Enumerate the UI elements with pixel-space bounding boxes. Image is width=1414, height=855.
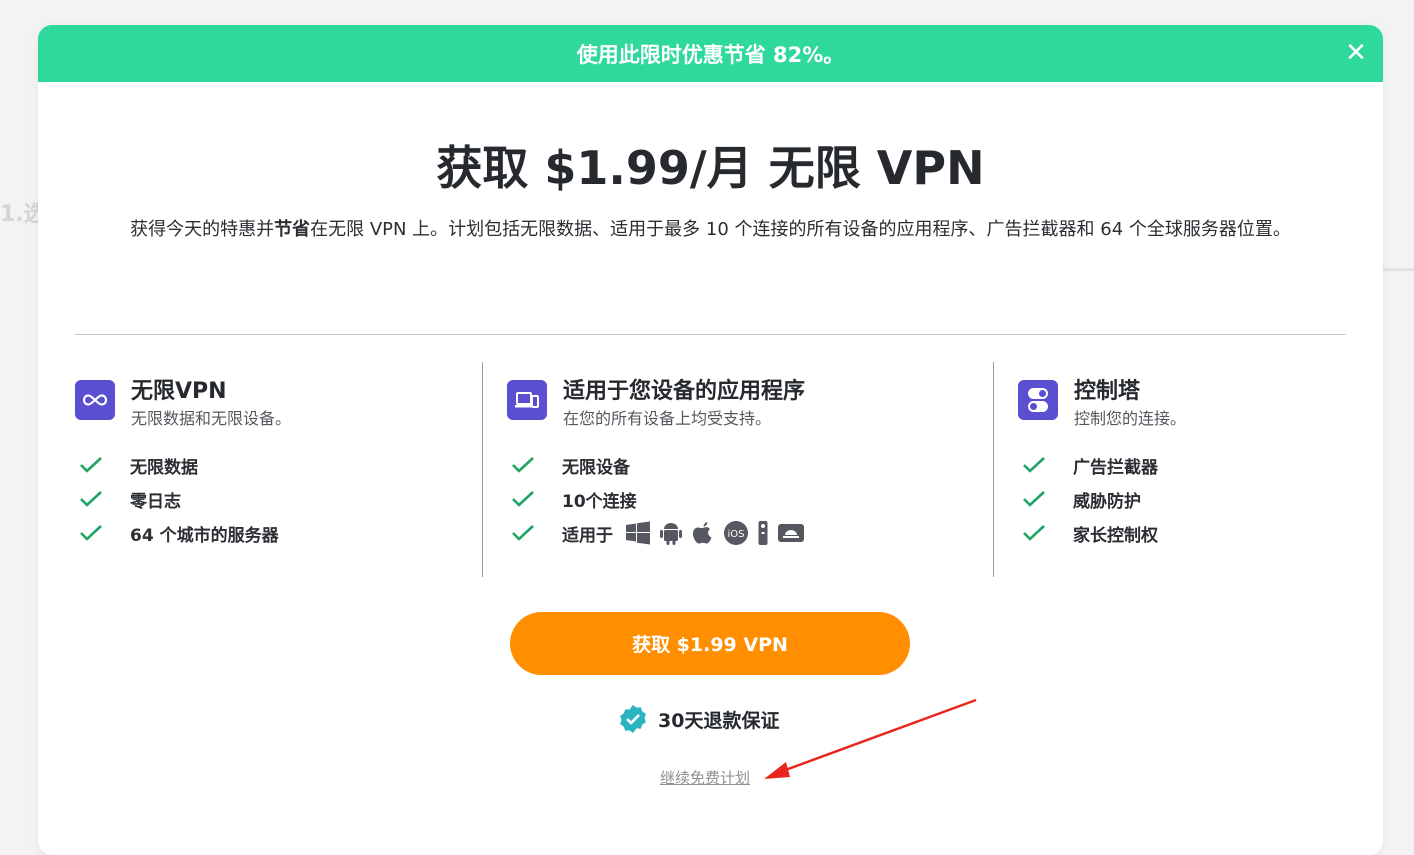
check-icon — [80, 525, 102, 541]
feature-item-label: 零日志 — [130, 491, 181, 512]
ios-icon: iOS — [723, 520, 749, 546]
toggle-icon — [1018, 380, 1058, 420]
feature-item: 适用于 iOS — [507, 516, 992, 550]
feature-item: 广告拦截器 — [1018, 448, 1348, 482]
background-divider — [1380, 268, 1414, 271]
offer-description: 获得今天的特惠并节省在无限 VPN 上。计划包括无限数据、适用于最多 10 个连… — [76, 216, 1345, 244]
guarantee-text: 30天退款保证 — [658, 709, 780, 732]
platform-icons: iOS — [625, 520, 813, 546]
feature-item-label: 64 个城市的服务器 — [130, 525, 279, 546]
apple-icon — [691, 520, 715, 546]
feature-item-label: 家长控制权 — [1073, 525, 1158, 546]
feature-item: 64 个城市的服务器 — [75, 516, 480, 550]
feature-item-label: 威胁防护 — [1073, 491, 1141, 512]
check-icon — [80, 457, 102, 473]
feature-item: 家长控制权 — [1018, 516, 1348, 550]
infinity-icon — [75, 380, 115, 420]
check-icon — [80, 491, 102, 507]
feature-subtitle: 控制您的连接。 — [1074, 409, 1187, 428]
fire-tv-icon — [757, 520, 769, 546]
money-back-guarantee: 30天退款保证 — [618, 704, 779, 734]
get-vpn-button[interactable]: 获取 $1.99 VPN — [510, 612, 910, 675]
section-divider — [75, 334, 1346, 335]
android-tv-icon — [777, 521, 805, 545]
feature-item: 零日志 — [75, 482, 480, 516]
feature-item-label: 广告拦截器 — [1073, 457, 1158, 478]
check-icon — [512, 457, 534, 473]
feature-title: 无限VPN — [131, 379, 227, 404]
offer-modal: 使用此限时优惠节省 82%。 ✕ 获取 $1.99/月 无限 VPN 获得今天的… — [38, 25, 1383, 855]
feature-item: 10个连接 — [507, 482, 992, 516]
feature-subtitle: 无限数据和无限设备。 — [131, 409, 292, 428]
feature-item-label: 无限数据 — [130, 457, 198, 478]
continue-free-plan-link[interactable]: 继续免费计划 — [660, 767, 750, 788]
verified-badge-icon — [620, 705, 646, 733]
check-icon — [1023, 525, 1045, 541]
svg-text:iOS: iOS — [728, 529, 745, 540]
check-icon — [1023, 457, 1045, 473]
promo-banner: 使用此限时优惠节省 82%。 ✕ — [38, 25, 1383, 82]
desc-pre: 获得今天的特惠并 — [130, 219, 275, 240]
android-icon — [659, 520, 683, 546]
feature-subtitle: 在您的所有设备上均受支持。 — [563, 409, 772, 428]
desc-bold: 节省 — [274, 219, 311, 240]
windows-icon — [625, 521, 651, 545]
feature-item-label: 10个连接 — [562, 491, 637, 512]
devices-icon — [507, 380, 547, 420]
feature-item: 威胁防护 — [1018, 482, 1348, 516]
feature-item: 无限设备 — [507, 448, 992, 482]
feature-column-device-apps: 适用于您设备的应用程序 在您的所有设备上均受支持。 无限设备 10个连接 适用于 — [482, 362, 992, 577]
promo-banner-text: 使用此限时优惠节省 82%。 — [576, 42, 845, 67]
offer-title: 获取 $1.99/月 无限 VPN — [436, 141, 985, 195]
check-icon — [1023, 491, 1045, 507]
desc-post: 在无限 VPN 上。计划包括无限数据、适用于最多 10 个连接的所有设备的应用程… — [310, 219, 1291, 240]
check-icon — [512, 525, 534, 541]
feature-title: 适用于您设备的应用程序 — [563, 379, 806, 404]
feature-item-label: 无限设备 — [562, 457, 630, 478]
close-button[interactable]: ✕ — [1341, 38, 1371, 68]
feature-column-unlimited-vpn: 无限VPN 无限数据和无限设备。 无限数据 零日志 64 个城市的服务器 — [75, 362, 480, 577]
check-icon — [512, 491, 534, 507]
feature-title: 控制塔 — [1074, 379, 1141, 404]
feature-column-control-tower: 控制塔 控制您的连接。 广告拦截器 威胁防护 家长控制权 — [993, 362, 1348, 577]
feature-item: 无限数据 — [75, 448, 480, 482]
feature-item-label: 适用于 — [562, 525, 613, 546]
